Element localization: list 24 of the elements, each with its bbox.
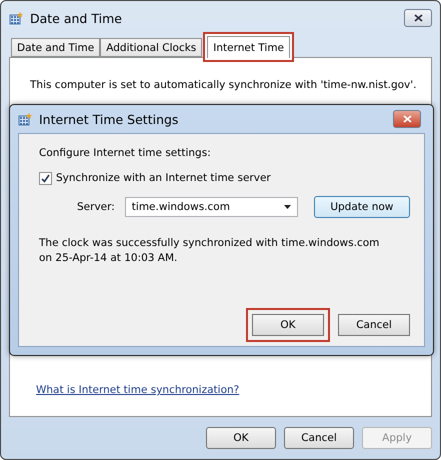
server-dropdown[interactable]: time.windows.com [124,197,298,217]
ok-button[interactable]: OK [206,427,276,449]
status-text: This computer is set to automatically synchronize with 'time-nw.nist.gov'. [30,78,416,92]
help-link[interactable]: What is Internet time synchronization? [36,384,240,396]
sync-message: The clock was successfully synchronized with time.windows.com on 25-Apr-14 at 10:03 AM. [39,236,380,266]
checkmark-icon [41,174,50,183]
tab[interactable]: Additional Clocks [100,38,202,57]
sync-checkbox[interactable] [39,172,52,185]
heading-text: Configure Internet time settings: [39,146,212,161]
close-icon [414,14,422,22]
cancel-button[interactable]: Cancel [284,427,354,449]
ok-button[interactable]: OK [246,308,330,342]
tab[interactable]: Date and Time [11,38,100,57]
checkbox-label: Synchronize with an Internet time server [56,171,271,186]
close-button[interactable] [404,9,432,27]
calendar-icon [9,11,24,25]
close-icon [402,115,412,123]
calendar-icon [18,112,33,126]
close-button[interactable] [393,110,421,128]
window-title: Date and Time [30,10,123,26]
update-now-button[interactable]: Update now [314,196,410,218]
server-label: Server: [77,200,115,214]
dialog-title: Internet Time Settings [39,112,180,126]
dropdown-arrow-icon [284,205,291,209]
